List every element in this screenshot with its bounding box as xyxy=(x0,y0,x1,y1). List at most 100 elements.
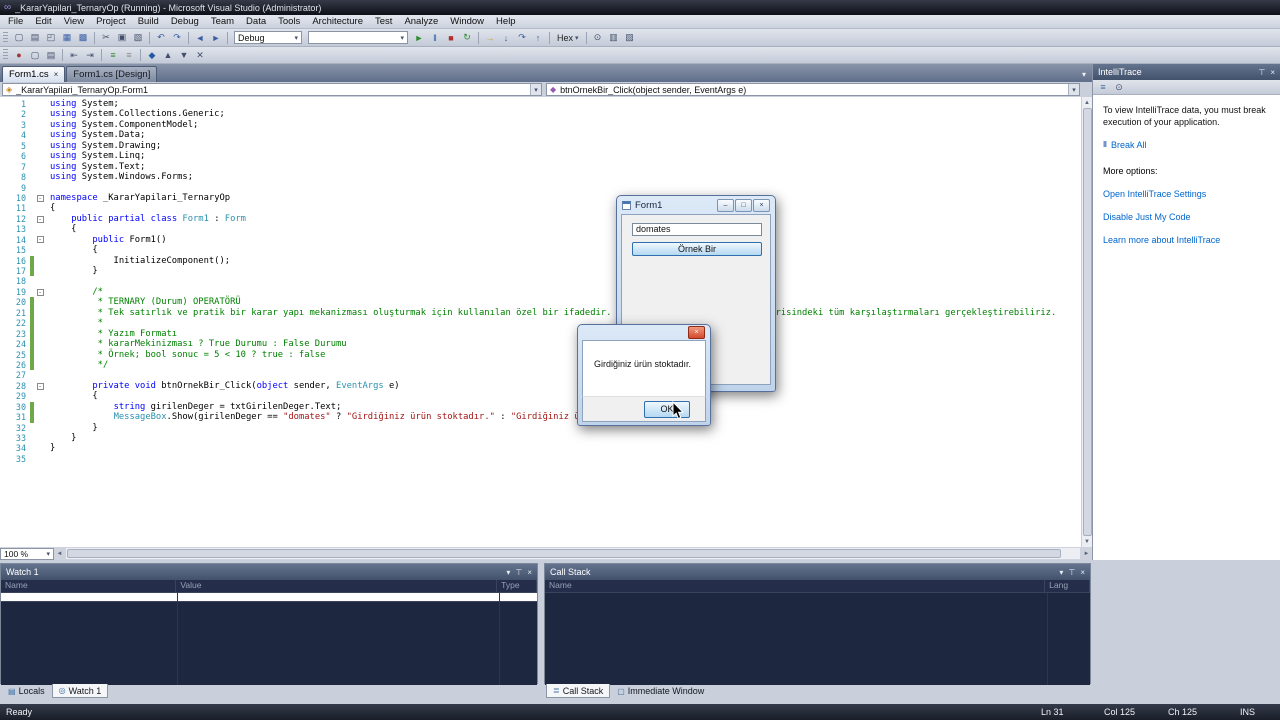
continue-icon[interactable]: ► xyxy=(411,30,427,45)
minimize-button[interactable]: – xyxy=(717,199,734,212)
solution-explorer-icon[interactable]: ▥ xyxy=(606,30,622,45)
fold-collapse-icon[interactable]: - xyxy=(34,381,46,391)
menu-item-team[interactable]: Team xyxy=(205,15,240,28)
pin-icon[interactable]: ⊤ xyxy=(515,568,522,577)
menu-item-test[interactable]: Test xyxy=(369,15,398,28)
girilen-deger-textbox[interactable]: domates xyxy=(632,223,762,236)
watch-grid[interactable] xyxy=(1,593,537,685)
immediate-window-icon[interactable]: ▢ xyxy=(27,48,43,63)
close-button[interactable]: × xyxy=(753,199,770,212)
vertical-scrollbar[interactable]: ▲ ▼ xyxy=(1081,97,1092,547)
menu-item-debug[interactable]: Debug xyxy=(165,15,205,28)
horizontal-scrollbar[interactable] xyxy=(66,548,1080,559)
learn-more-intellitrace-link[interactable]: Learn more about IntelliTrace xyxy=(1103,234,1270,246)
close-icon[interactable]: × xyxy=(527,568,532,577)
fold-collapse-icon[interactable]: - xyxy=(34,214,46,224)
scroll-left-icon[interactable]: ◄ xyxy=(54,548,65,559)
title-bar[interactable]: ∞ _KararYapilari_TernaryOp (Running) - M… xyxy=(0,0,1280,15)
comment-selection-icon[interactable]: ≡ xyxy=(105,48,121,63)
disable-just-my-code-link[interactable]: Disable Just My Code xyxy=(1103,211,1270,223)
column-header-value[interactable]: Value xyxy=(176,580,497,592)
close-icon[interactable]: × xyxy=(1270,68,1275,77)
cut-icon[interactable]: ✂ xyxy=(98,30,114,45)
menu-item-view[interactable]: View xyxy=(58,15,90,28)
find-icon[interactable]: ⊙ xyxy=(590,30,606,45)
call-stack-title-bar[interactable]: Call Stack ▾ ⊤ × xyxy=(545,564,1090,580)
ornek-bir-button[interactable]: Örnek Bir xyxy=(632,242,762,256)
fold-collapse-icon[interactable]: - xyxy=(34,287,46,297)
scrollbar-thumb[interactable] xyxy=(1083,108,1092,536)
uncomment-selection-icon[interactable]: ≡ xyxy=(121,48,137,63)
tab-form1-cs[interactable]: Form1.cs × xyxy=(2,66,65,82)
previous-bookmark-icon[interactable]: ▲ xyxy=(160,48,176,63)
step-over-icon[interactable]: ↷ xyxy=(514,30,530,45)
watch-empty-row[interactable] xyxy=(1,593,537,602)
column-header-name[interactable]: Name xyxy=(545,580,1045,592)
add-item-icon[interactable]: ▤ xyxy=(27,30,43,45)
paste-icon[interactable]: ▧ xyxy=(130,30,146,45)
tab-form1-cs-design[interactable]: Form1.cs [Design] xyxy=(66,66,157,82)
window-position-icon[interactable]: ▾ xyxy=(506,568,510,577)
open-file-icon[interactable]: ◰ xyxy=(43,30,59,45)
find-combo[interactable]: ▾ xyxy=(308,31,408,44)
column-header-type[interactable]: Type xyxy=(497,580,537,592)
solution-configurations-dropdown[interactable]: Debug ▾ xyxy=(234,31,302,44)
tab-locals[interactable]: ▤ Locals xyxy=(2,684,51,698)
new-item-icon[interactable]: ▢ xyxy=(11,30,27,45)
menu-item-help[interactable]: Help xyxy=(490,15,522,28)
menu-item-window[interactable]: Window xyxy=(444,15,490,28)
members-dropdown[interactable]: ◆ btnOrnekBir_Click(object sender, Event… xyxy=(546,83,1080,96)
increase-indent-icon[interactable]: ⇥ xyxy=(82,48,98,63)
show-next-statement-icon[interactable]: → xyxy=(482,30,498,45)
intellitrace-settings-icon[interactable]: ⊙ xyxy=(1111,80,1127,95)
maximize-button[interactable]: □ xyxy=(735,199,752,212)
pin-icon[interactable]: ⊤ xyxy=(1258,68,1265,77)
scroll-down-icon[interactable]: ▼ xyxy=(1082,536,1093,547)
zoom-dropdown[interactable]: 100 % ▾ xyxy=(0,548,54,560)
output-window-icon[interactable]: ▤ xyxy=(43,48,59,63)
break-all-icon[interactable]: ‖ xyxy=(427,30,443,45)
scroll-up-icon[interactable]: ▲ xyxy=(1082,97,1093,108)
watch-title-bar[interactable]: Watch 1 ▾ ⊤ × xyxy=(1,564,537,580)
step-out-icon[interactable]: ↑ xyxy=(530,30,546,45)
save-icon[interactable]: ▦ xyxy=(59,30,75,45)
code-editor[interactable]: 1using System;2using System.Collections.… xyxy=(0,97,1092,547)
message-box-title-bar[interactable]: × xyxy=(582,325,706,340)
form1-title-bar[interactable]: Form1 – □ × xyxy=(621,196,771,214)
break-all-link[interactable]: ‖ Break All xyxy=(1103,139,1270,151)
active-files-dropdown-icon[interactable]: ▾ xyxy=(1082,70,1092,82)
properties-window-icon[interactable]: ▨ xyxy=(622,30,638,45)
tab-watch-1[interactable]: ◎ Watch 1 xyxy=(52,684,109,698)
message-box[interactable]: × Girdiğiniz ürün stoktadır. OK xyxy=(577,324,711,426)
close-icon[interactable]: × xyxy=(1080,568,1085,577)
fold-collapse-icon[interactable]: - xyxy=(34,235,46,245)
scroll-right-icon[interactable]: ► xyxy=(1081,548,1092,559)
call-stack-grid[interactable] xyxy=(545,593,1090,685)
close-icon[interactable]: × xyxy=(54,70,59,79)
save-all-icon[interactable]: ▩ xyxy=(75,30,91,45)
find-input[interactable] xyxy=(312,33,392,43)
copy-icon[interactable]: ▣ xyxy=(114,30,130,45)
fold-collapse-icon[interactable]: - xyxy=(34,193,46,203)
intellitrace-title-bar[interactable]: IntelliTrace ⊤ × xyxy=(1093,64,1280,80)
menu-item-project[interactable]: Project xyxy=(90,15,132,28)
intellitrace-events-icon[interactable]: ≡ xyxy=(1095,80,1111,95)
menu-item-data[interactable]: Data xyxy=(240,15,272,28)
close-button[interactable]: × xyxy=(688,326,705,339)
stop-debugging-icon[interactable]: ■ xyxy=(443,30,459,45)
navigate-forward-icon[interactable]: ► xyxy=(208,30,224,45)
column-header-lang[interactable]: Lang xyxy=(1045,580,1090,592)
window-position-icon[interactable]: ▾ xyxy=(1059,568,1063,577)
open-intellitrace-settings-link[interactable]: Open IntelliTrace Settings xyxy=(1103,188,1270,200)
clear-bookmarks-icon[interactable]: ✕ xyxy=(192,48,208,63)
column-header-name[interactable]: Name xyxy=(1,580,176,592)
toggle-bookmark-icon[interactable]: ◆ xyxy=(144,48,160,63)
tab-call-stack[interactable]: ≣ Call Stack xyxy=(546,684,610,698)
breakpoints-window-icon[interactable]: ● xyxy=(11,48,27,63)
menu-item-edit[interactable]: Edit xyxy=(29,15,57,28)
menu-item-file[interactable]: File xyxy=(2,15,29,28)
menu-item-architecture[interactable]: Architecture xyxy=(306,15,369,28)
decrease-indent-icon[interactable]: ⇤ xyxy=(66,48,82,63)
redo-icon[interactable]: ↷ xyxy=(169,30,185,45)
hex-display-button[interactable]: Hex ▾ xyxy=(553,30,583,45)
